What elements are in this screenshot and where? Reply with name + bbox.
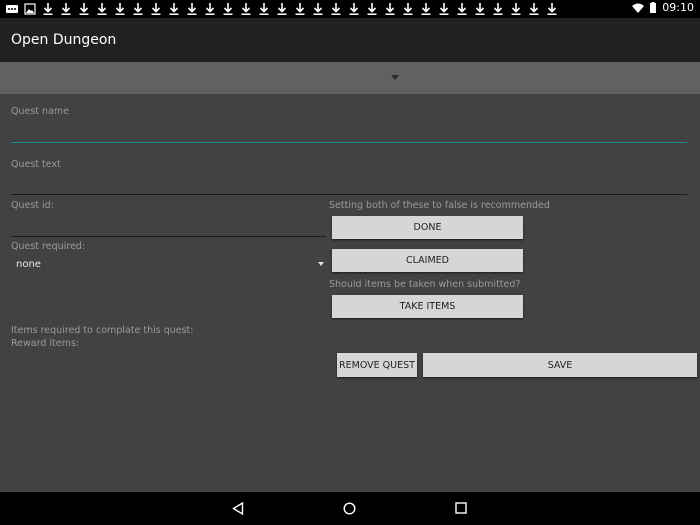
- notification-icons: [6, 2, 558, 16]
- download-icon: [313, 3, 323, 15]
- download-icon: [97, 3, 107, 15]
- recents-icon[interactable]: [455, 502, 467, 514]
- download-icon: [295, 3, 305, 15]
- app-title: Open Dungeon: [11, 32, 117, 48]
- quest-text-underline: [11, 194, 687, 195]
- download-icon: [475, 3, 485, 15]
- battery-icon: [650, 2, 657, 13]
- download-icon: [349, 3, 359, 15]
- download-icon: [331, 3, 341, 15]
- reward-items-label: Reward items:: [11, 338, 80, 349]
- dungeon-spinner[interactable]: [0, 62, 700, 94]
- download-icon: [187, 3, 197, 15]
- quest-text-input[interactable]: [11, 172, 687, 194]
- quest-id-label: Quest id:: [11, 200, 54, 211]
- download-icon: [61, 3, 71, 15]
- download-icon: [493, 3, 503, 15]
- download-icon: [43, 3, 53, 15]
- message-icon: [6, 5, 18, 13]
- download-icon: [205, 3, 215, 15]
- dropdown-arrow-icon: [391, 75, 399, 80]
- download-icon: [259, 3, 269, 15]
- download-icon: [115, 3, 125, 15]
- download-icon: [241, 3, 251, 15]
- take-items-question: Should items be taken when submitted?: [329, 279, 521, 290]
- quest-name-input[interactable]: [11, 120, 687, 142]
- back-icon[interactable]: [232, 502, 244, 515]
- dropdown-arrow-icon: [318, 262, 324, 266]
- remove-quest-button[interactable]: REMOVE QUEST: [337, 353, 417, 377]
- clock: 09:10: [662, 1, 694, 14]
- download-icon: [133, 3, 143, 15]
- download-icon: [169, 3, 179, 15]
- wifi-icon: [632, 3, 645, 13]
- quest-id-input[interactable]: [11, 214, 326, 236]
- download-icon: [367, 3, 377, 15]
- download-icon: [421, 3, 431, 15]
- home-icon[interactable]: [343, 502, 356, 515]
- download-icon: [547, 3, 557, 15]
- status-bar: 09:10: [0, 0, 700, 18]
- download-icon: [277, 3, 287, 15]
- download-icon: [385, 3, 395, 15]
- quest-text-label: Quest text: [11, 159, 61, 170]
- download-icon: [529, 3, 539, 15]
- image-icon: [24, 3, 36, 15]
- quest-required-value: none: [16, 259, 41, 270]
- download-icon: [457, 3, 467, 15]
- quest-name-label: Quest name: [11, 106, 69, 117]
- download-icon: [403, 3, 413, 15]
- quest-required-select[interactable]: [11, 254, 327, 276]
- app-bar: Open Dungeon: [0, 18, 700, 62]
- download-icon: [223, 3, 233, 15]
- quest-id-underline: [11, 236, 326, 237]
- navigation-bar: [0, 492, 700, 525]
- download-icon: [151, 3, 161, 15]
- done-button[interactable]: DONE: [332, 216, 523, 239]
- take-items-button[interactable]: TAKE ITEMS: [332, 295, 523, 318]
- save-button[interactable]: SAVE: [423, 353, 697, 377]
- claimed-button[interactable]: CLAIMED: [332, 249, 523, 272]
- items-required-label: Items required to complate this quest:: [11, 325, 194, 336]
- quest-required-label: Quest required:: [11, 241, 86, 252]
- download-icon: [439, 3, 449, 15]
- status-right: 09:10: [632, 1, 694, 14]
- recommend-note: Setting both of these to false is recomm…: [329, 200, 550, 211]
- download-icon: [511, 3, 521, 15]
- download-icon: [79, 3, 89, 15]
- quest-name-underline: [11, 142, 687, 143]
